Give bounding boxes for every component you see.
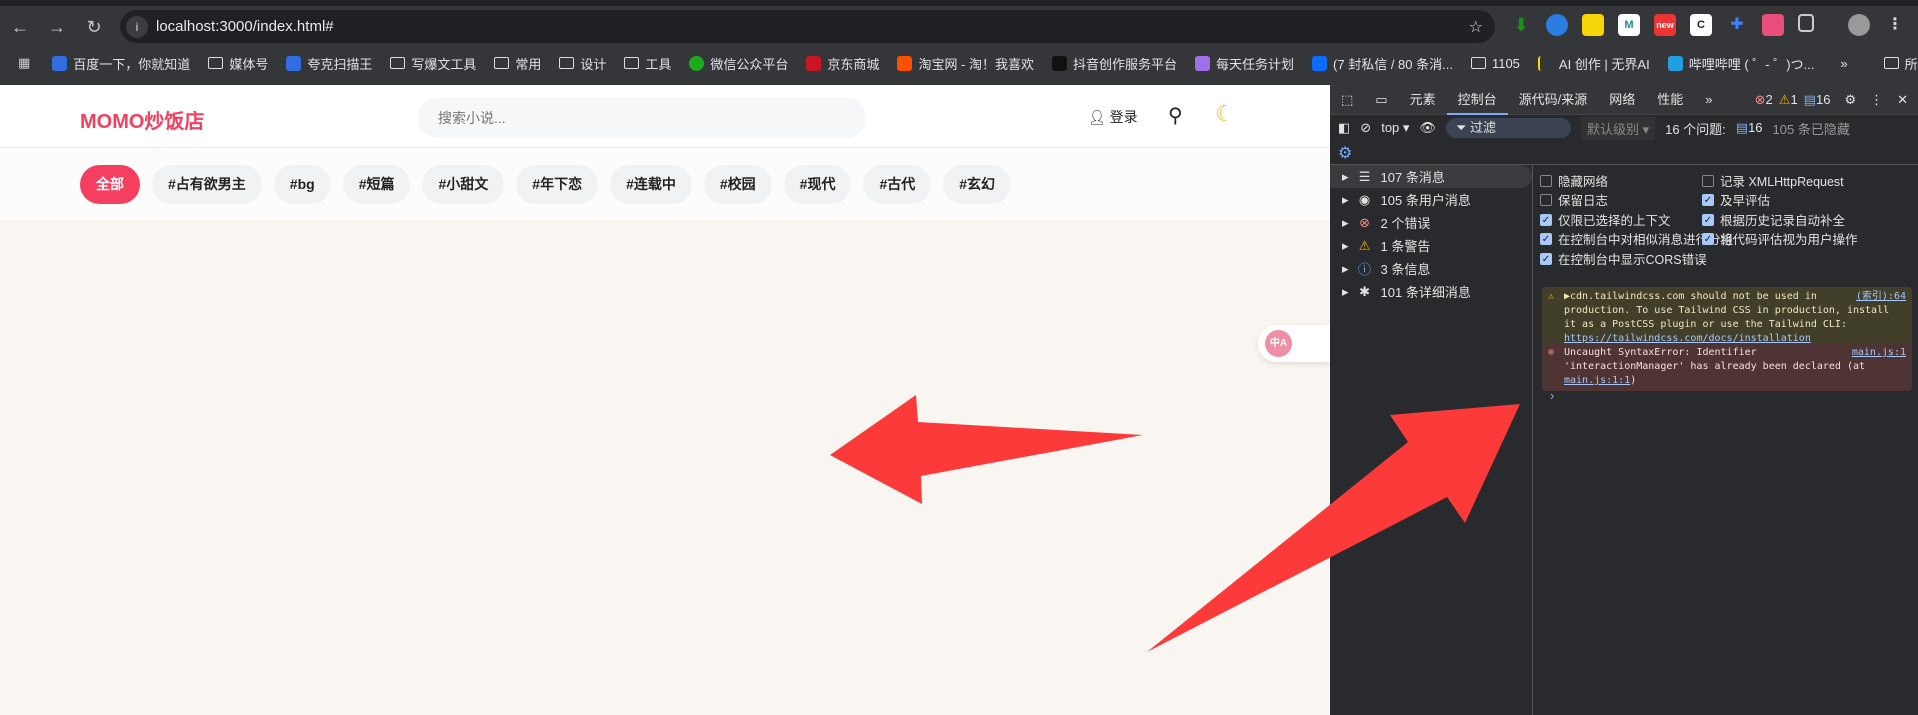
annotation-overlay xyxy=(830,395,1520,652)
annotation-arrow-right xyxy=(1147,404,1520,652)
annotation-arrow-left xyxy=(830,395,1143,504)
